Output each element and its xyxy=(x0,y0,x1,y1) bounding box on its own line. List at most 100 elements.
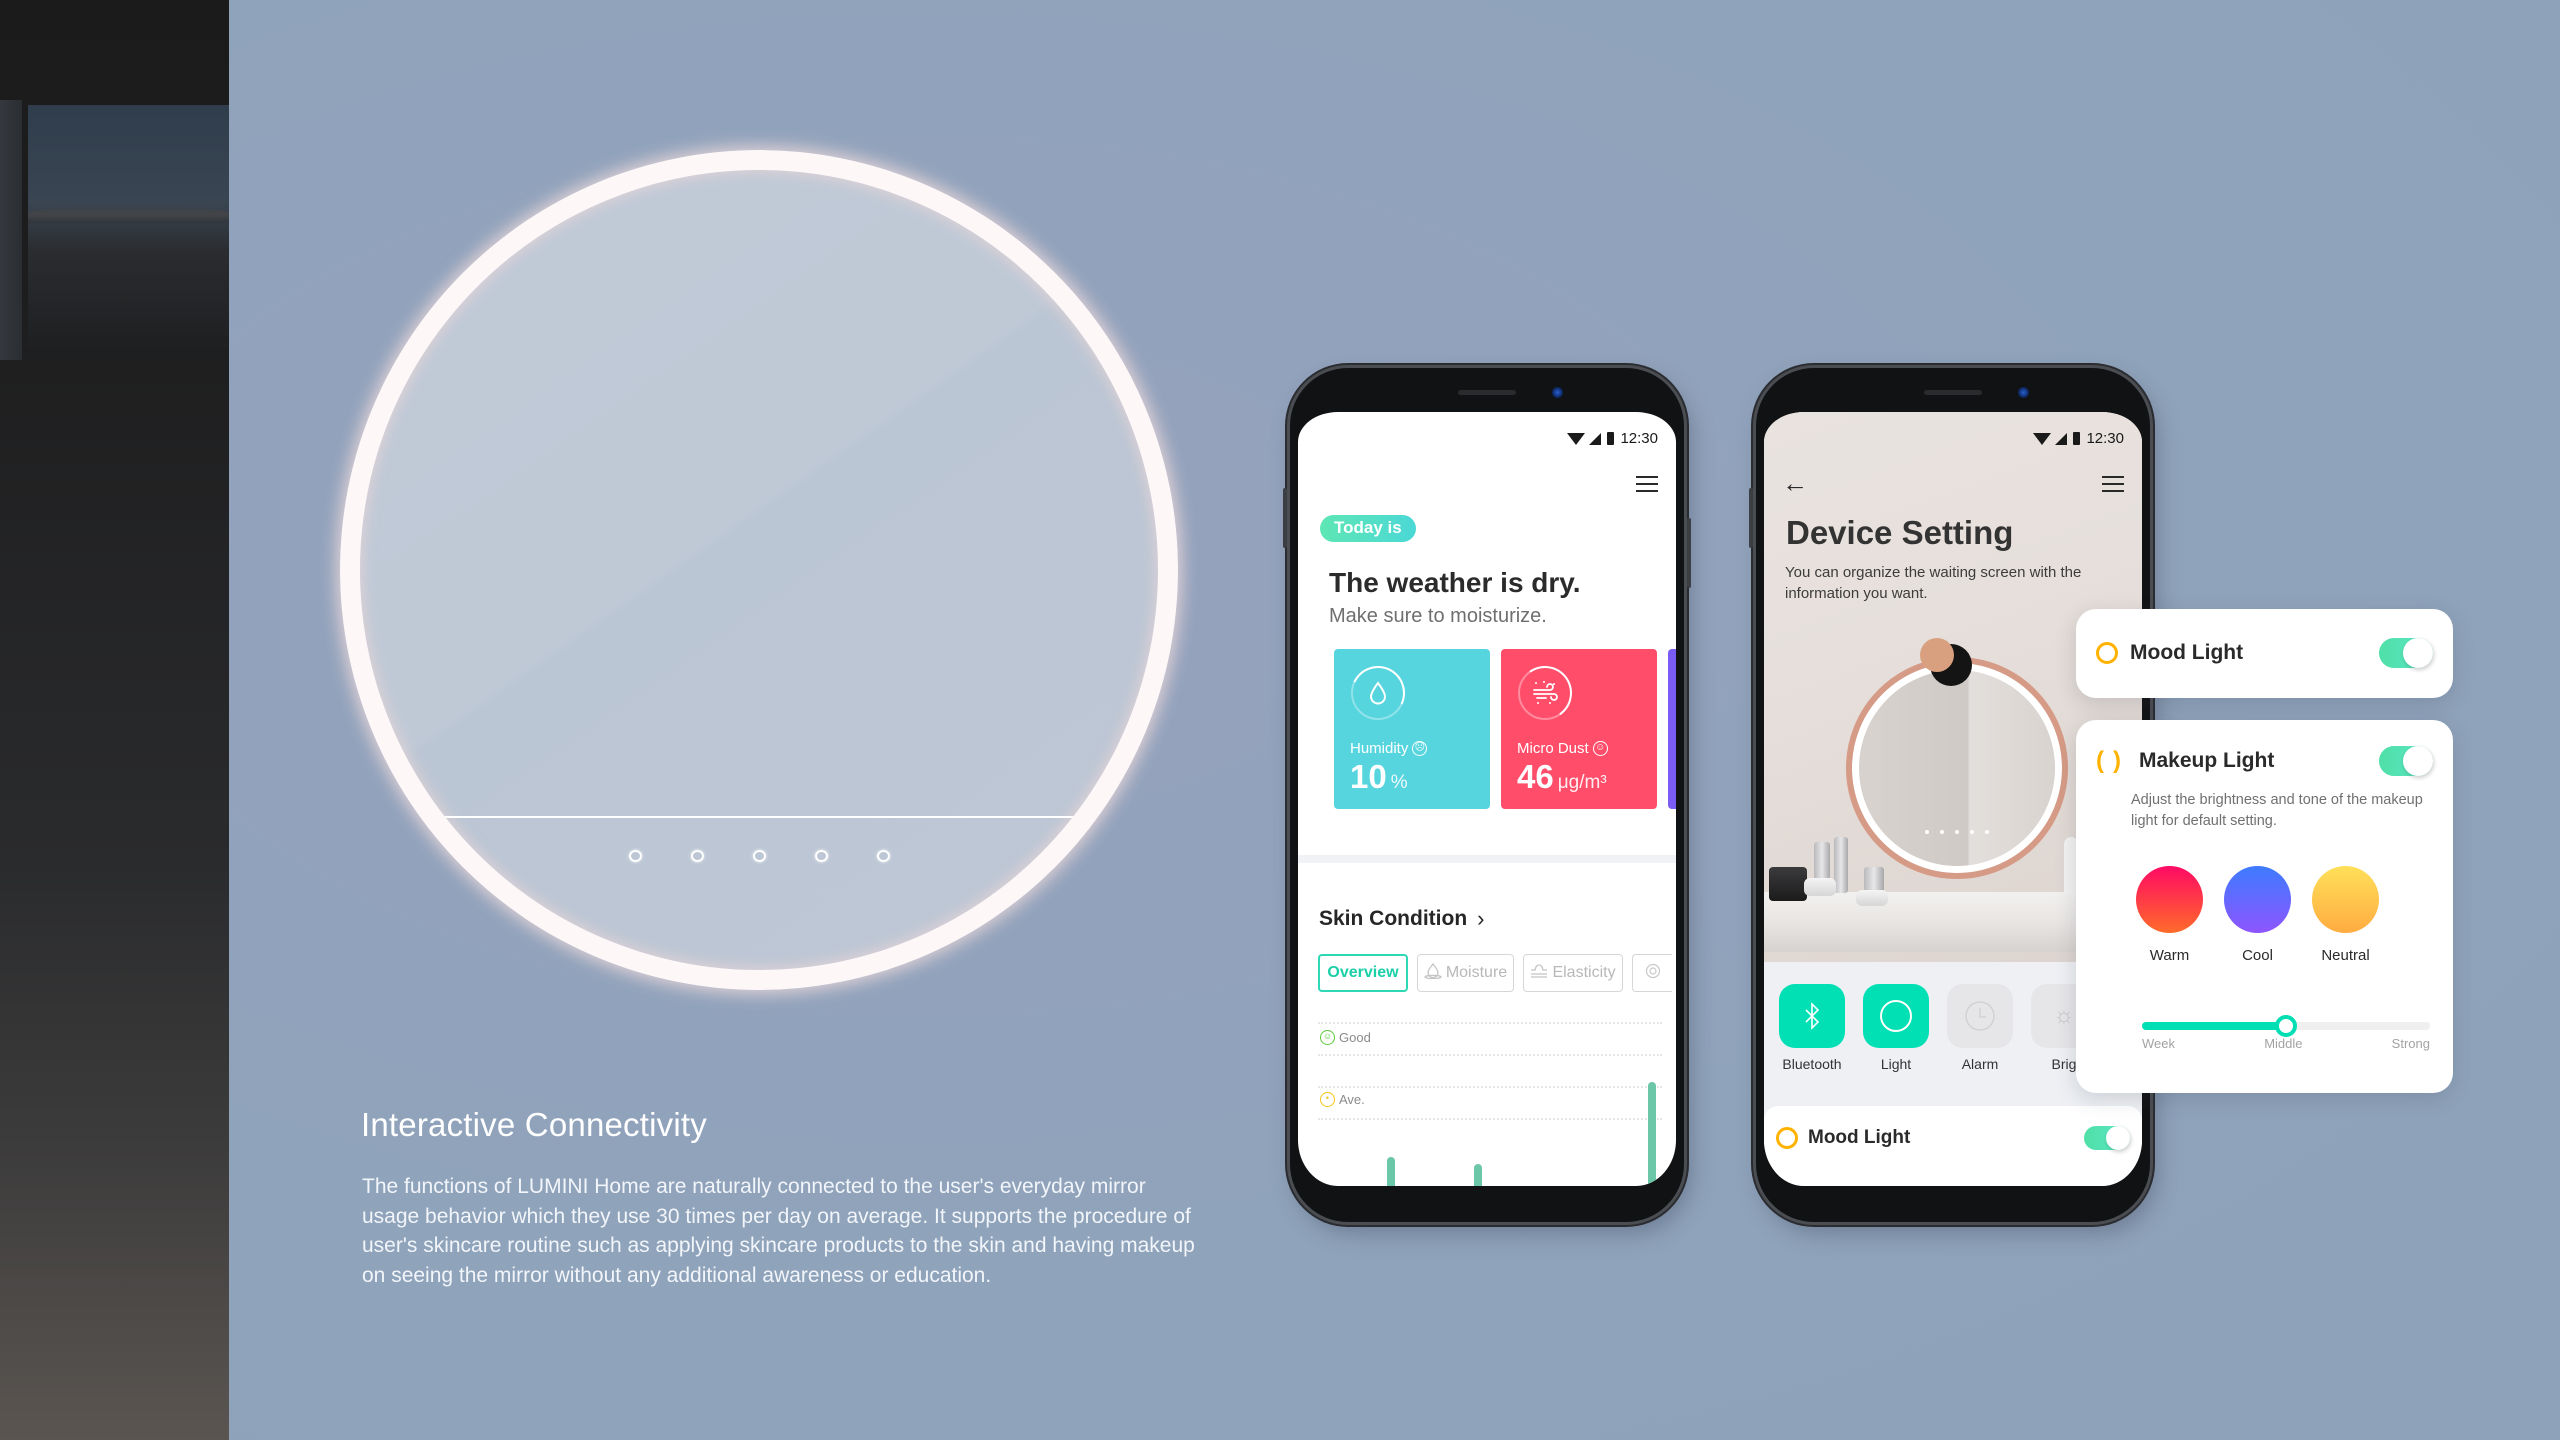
status-bar: 12:30 xyxy=(1567,430,1658,447)
bluetooth-icon xyxy=(1779,984,1845,1048)
chart-bar xyxy=(1474,1163,1482,1186)
quick-alarm[interactable]: Alarm xyxy=(1946,984,2014,1072)
tone-cool[interactable]: Cool xyxy=(2224,866,2291,964)
cool-swatch xyxy=(2224,866,2291,933)
tone-neutral[interactable]: Neutral xyxy=(2312,866,2379,964)
humidity-value: 10 xyxy=(1350,758,1387,795)
elasticity-icon xyxy=(1530,963,1548,983)
phone-speaker xyxy=(1924,390,1982,395)
neutral-swatch xyxy=(2312,866,2379,933)
menu-icon[interactable] xyxy=(1636,476,1658,492)
slider-label-middle: Middle xyxy=(2264,1036,2303,1051)
micro-dust-unit: μg/m³ xyxy=(1557,772,1607,793)
phone-volume-button xyxy=(1749,488,1753,548)
makeup-light-card: () Makeup Light Adjust the brightness an… xyxy=(2076,720,2453,1093)
mirror-touch-button[interactable] xyxy=(628,850,642,862)
makeup-light-toggle[interactable] xyxy=(2379,746,2433,776)
phone-power-button xyxy=(1687,518,1691,588)
tab-elasticity[interactable]: Elasticity xyxy=(1523,954,1623,992)
home-screen: 12:30 Today is The weather is dry. Make … xyxy=(1298,412,1676,1186)
mood-light-toggle[interactable] xyxy=(2084,1126,2130,1150)
signal-icon xyxy=(2055,432,2068,445)
slider-thumb[interactable] xyxy=(2275,1015,2297,1037)
wifi-icon xyxy=(1567,432,1586,445)
mirror-touch-button[interactable] xyxy=(690,850,704,862)
phone-volume-button xyxy=(1283,488,1287,548)
mirror-illustration xyxy=(1846,657,2068,879)
mirror-divider-line xyxy=(430,816,1088,818)
chevron-right-icon: › xyxy=(1477,906,1485,931)
skin-condition-link[interactable]: Skin Condition › xyxy=(1319,906,1484,932)
level-good: ☺ Good xyxy=(1320,1030,1371,1045)
section-title: Interactive Connectivity xyxy=(361,1106,707,1143)
slider-labels: Week Middle Strong xyxy=(2142,1036,2430,1051)
chart-gridline xyxy=(1318,1086,1662,1088)
humidity-label: Humidity xyxy=(1350,740,1409,757)
chart-bar xyxy=(1648,1082,1656,1186)
micro-dust-value: 46 xyxy=(1517,758,1554,795)
neutral-face-icon: • xyxy=(1320,1092,1335,1107)
quick-actions: Bluetooth Light Alarm ☼ Brig xyxy=(1778,984,2098,1072)
tone-warm[interactable]: Warm xyxy=(2136,866,2203,964)
status-time: 12:30 xyxy=(2086,430,2124,447)
mood-light-toggle[interactable] xyxy=(2379,638,2433,668)
makeup-light-description: Adjust the brightness and tone of the ma… xyxy=(2131,792,2423,829)
ring-light-icon xyxy=(2096,642,2118,664)
smart-mirror xyxy=(340,150,1178,990)
status-bar: 12:30 xyxy=(2033,430,2124,447)
room-window xyxy=(28,105,229,350)
mood-light-card: Mood Light xyxy=(2076,609,2453,698)
wifi-icon xyxy=(2033,432,2052,445)
tab-moisture[interactable]: Moisture xyxy=(1417,954,1514,992)
arrow-left-icon[interactable]: ← xyxy=(1782,470,1808,496)
micro-dust-tile[interactable]: Micro Dust ☺ 46 μg/m³ xyxy=(1501,649,1657,809)
mirror-touch-buttons xyxy=(360,850,1158,862)
skin-tabs: Overview Moisture Elasticity xyxy=(1318,954,1672,992)
water-drop-icon xyxy=(1351,666,1405,720)
mirror-touch-button[interactable] xyxy=(752,850,766,862)
tab-pore[interactable] xyxy=(1632,954,1672,992)
next-tile-peek[interactable] xyxy=(1668,649,1676,809)
phone-home: 12:30 Today is The weather is dry. Make … xyxy=(1283,368,1691,1222)
battery-icon xyxy=(2073,432,2081,445)
ring-light-icon xyxy=(1776,1127,1798,1149)
mood-light-row: Mood Light xyxy=(1776,1126,2130,1150)
light-ring-icon xyxy=(1863,984,1929,1048)
skin-condition-chart: ☺ Good • Ave. xyxy=(1318,1022,1662,1186)
weather-subtitle: Make sure to moisturize. xyxy=(1329,605,1547,627)
clock-icon xyxy=(1947,984,2013,1048)
happy-face-icon: ☺ xyxy=(1320,1030,1335,1045)
menu-icon[interactable] xyxy=(2102,476,2124,492)
mirror-touch-button[interactable] xyxy=(876,850,890,862)
slider-fill xyxy=(2142,1022,2286,1030)
section-divider xyxy=(1298,855,1676,863)
weather-title: The weather is dry. xyxy=(1329,567,1581,598)
device-setting-subtitle: You can organize the waiting screen with… xyxy=(1785,564,2082,602)
makeup-light-row: () Makeup Light xyxy=(2096,746,2433,776)
chart-gridline xyxy=(1318,1118,1662,1120)
pore-icon xyxy=(1645,963,1661,984)
tone-swatches: Warm Cool Neutral xyxy=(2136,866,2379,964)
phone-speaker xyxy=(1458,390,1516,395)
tab-overview[interactable]: Overview xyxy=(1318,954,1408,992)
mirror-touch-button[interactable] xyxy=(814,850,828,862)
skin-condition-title: Skin Condition xyxy=(1319,907,1468,930)
mood-light-row: Mood Light xyxy=(2096,638,2433,668)
quick-bluetooth[interactable]: Bluetooth xyxy=(1778,984,1846,1072)
section-description: The functions of LUMINI Home are natural… xyxy=(362,1175,1195,1287)
status-time: 12:30 xyxy=(1620,430,1658,447)
makeup-light-icon: () xyxy=(2096,747,2121,774)
quick-light[interactable]: Light xyxy=(1862,984,1930,1072)
phone-camera xyxy=(1552,387,1563,398)
phone-camera xyxy=(2018,387,2029,398)
wind-dust-icon xyxy=(1518,666,1572,720)
happy-face-icon: ☺ xyxy=(1592,741,1608,756)
room-wall xyxy=(0,100,22,360)
level-average: • Ave. xyxy=(1320,1092,1365,1107)
humidity-tile[interactable]: Humidity ☹ 10% xyxy=(1334,649,1490,809)
today-badge: Today is xyxy=(1320,515,1416,542)
device-setting-title: Device Setting xyxy=(1786,514,2014,551)
brightness-slider[interactable] xyxy=(2142,1015,2430,1037)
slider-label-strong: Strong xyxy=(2391,1036,2430,1051)
window-landscape xyxy=(28,205,229,223)
